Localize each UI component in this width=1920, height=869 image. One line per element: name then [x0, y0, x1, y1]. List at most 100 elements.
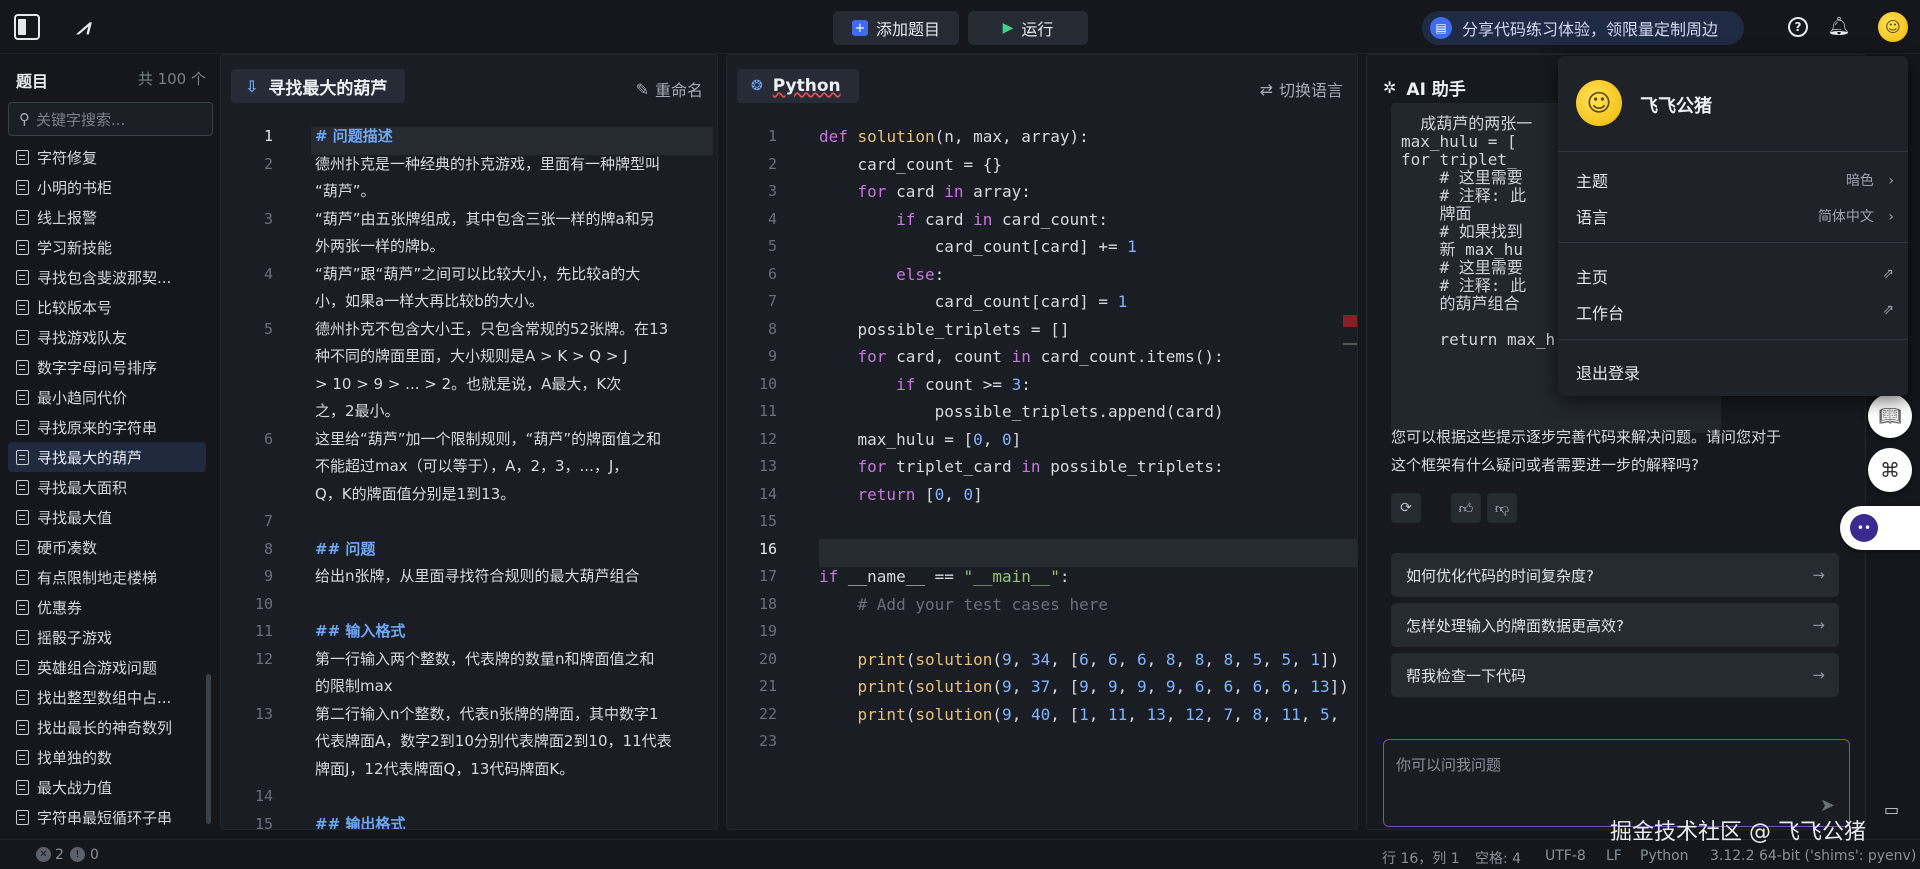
code-line[interactable]: for triplet_card in possible_triplets:: [819, 453, 1224, 480]
description-line: 种不同的牌面里面，大小规则是A > K > Q > J: [315, 347, 628, 365]
code-line[interactable]: print(solution(9, 37, [9, 9, 9, 9, 6, 6,…: [819, 673, 1349, 700]
theme-menu-item[interactable]: 主题 暗色 ›: [1576, 168, 1894, 192]
suggestion-button[interactable]: 帮我检查一下代码 →: [1391, 653, 1839, 697]
code-line[interactable]: possible_triplets.append(card): [819, 398, 1224, 425]
sidebar-item[interactable]: 小明的书柜: [8, 172, 206, 202]
promo-banner[interactable]: ▤ 分享代码练习体验，领限量定制周边: [1422, 11, 1744, 45]
sidebar-item[interactable]: 数字字母问号排序: [8, 352, 206, 382]
suggestion-button[interactable]: 如何优化代码的时间复杂度? →: [1391, 553, 1839, 597]
code-line[interactable]: # Add your test cases here: [819, 591, 1108, 618]
sidebar-item[interactable]: 寻找最大值: [8, 502, 206, 532]
sidebar-item-label: 数字字母问号排序: [37, 358, 158, 377]
send-icon[interactable]: ➤: [1820, 795, 1835, 816]
code-line[interactable]: print(solution(9, 40, [1, 11, 13, 12, 7,…: [819, 701, 1340, 728]
warning-icon[interactable]: !: [70, 847, 85, 862]
code-line[interactable]: card_count[card] = 1: [819, 288, 1128, 315]
sidebar-item[interactable]: 硬币凑数: [8, 532, 206, 562]
code-line[interactable]: card_count = {}: [819, 151, 1003, 178]
encoding[interactable]: UTF-8: [1545, 848, 1586, 864]
description-line: “葫芦”由五张牌组成，其中包含三张一样的牌a和另: [315, 209, 655, 228]
code-line[interactable]: max_hulu = [0, 0]: [819, 426, 1022, 453]
sidebar-item[interactable]: 寻找原来的字符串: [8, 412, 206, 442]
tab-python[interactable]: ❂ Python: [737, 69, 859, 103]
line-number: 1: [767, 127, 777, 145]
code-line[interactable]: print(solution(9, 34, [6, 6, 6, 8, 8, 8,…: [819, 646, 1340, 673]
switch-language-button[interactable]: ⇄ 切换语言: [1260, 77, 1343, 101]
document-icon: [16, 599, 29, 615]
sidebar-item[interactable]: 比较版本号: [8, 292, 206, 322]
warning-count: 0: [90, 847, 99, 863]
regenerate-icon[interactable]: ⟳: [1391, 493, 1421, 523]
thumbs-up-icon[interactable]: 👍︎: [1451, 493, 1481, 523]
code-line[interactable]: if count >= 3:: [819, 371, 1031, 398]
workbench-menu-item[interactable]: 工作台 ⇗: [1576, 300, 1894, 324]
sidebar-item[interactable]: 最小趋同代价: [8, 382, 206, 412]
thumbs-down-icon[interactable]: 👎︎: [1487, 493, 1517, 523]
assistant-bot-icon[interactable]: ••: [1840, 506, 1920, 550]
sidebar-item[interactable]: 字符串最短循环子串: [8, 802, 206, 832]
line-number: 19: [758, 622, 777, 640]
sidebar-item[interactable]: 寻找游戏队友: [8, 322, 206, 352]
code-line[interactable]: possible_triplets = []: [819, 316, 1070, 343]
sidebar-item-label: 寻找最大值: [37, 508, 113, 527]
home-menu-item[interactable]: 主页 ⇗: [1576, 264, 1894, 288]
sidebar-item[interactable]: 学习新技能: [8, 232, 206, 262]
avatar[interactable]: ☺: [1878, 12, 1908, 42]
sidebar-scrollbar[interactable]: [206, 674, 211, 824]
code-line[interactable]: card_count[card] += 1: [819, 233, 1137, 260]
book-icon[interactable]: 📖︎: [1868, 394, 1912, 438]
document-icon: [16, 659, 29, 675]
language-menu-item[interactable]: 语言 简体中文 ›: [1576, 204, 1894, 228]
user-avatar: ☺: [1576, 80, 1622, 126]
code-line[interactable]: else:: [819, 261, 944, 288]
sidebar-item[interactable]: 寻找最大面积: [8, 472, 206, 502]
tab-problem[interactable]: ⇩ 寻找最大的葫芦: [231, 69, 406, 103]
plus-icon: +: [851, 20, 868, 36]
rename-button[interactable]: ✎ 重命名: [636, 77, 703, 101]
description-line: 这里给“葫芦”加一个限制规则，“葫芦”的牌面值之和: [315, 429, 662, 448]
interpreter[interactable]: 3.12.2 64-bit ('shims': pyenv): [1710, 848, 1916, 864]
sidebar-item[interactable]: 最大战力值: [8, 772, 206, 802]
run-button[interactable]: ▶ 运行: [968, 11, 1088, 45]
sidebar-item-label: 硬币凑数: [37, 538, 98, 557]
line-number: 16: [758, 539, 777, 558]
sidebar-item[interactable]: 英雄组合游戏问题: [8, 652, 206, 682]
description-line: # 问题描述: [315, 127, 393, 145]
sidebar-toggle-icon[interactable]: [14, 14, 40, 40]
code-line[interactable]: if __name__ == "__main__":: [819, 563, 1069, 590]
bell-icon[interactable]: 🔔︎: [1828, 15, 1851, 37]
cursor-position[interactable]: 行 16，列 1: [1382, 848, 1460, 868]
sidebar-item[interactable]: 寻找最大的葫芦: [8, 442, 206, 472]
logout-menu-item[interactable]: 退出登录: [1576, 360, 1894, 384]
help-icon[interactable]: ?: [1788, 17, 1808, 37]
problem-list: 字符修复 小明的书柜 线上报警 学习新技能 寻找包含斐波那契... 比较版本号 寻找游戏队友…: [8, 142, 206, 832]
line-number: 17: [758, 567, 777, 585]
suggestion-button[interactable]: 怎样处理输入的牌面数据更高效? →: [1391, 603, 1839, 647]
sidebar-item[interactable]: 找单独的数: [8, 742, 206, 772]
sidebar-item[interactable]: 线上报警: [8, 202, 206, 232]
chat-icon[interactable]: ▭: [1884, 800, 1899, 819]
sidebar-item[interactable]: 有点限制地走楼梯: [8, 562, 206, 592]
sidebar-item[interactable]: 寻找包含斐波那契...: [8, 262, 206, 292]
code-line[interactable]: for card, count in card_count.items():: [819, 343, 1224, 370]
language-mode[interactable]: Python: [1640, 848, 1689, 864]
code-line[interactable]: if card in card_count:: [819, 206, 1108, 233]
sidebar-item[interactable]: 字符修复: [8, 142, 206, 172]
add-problem-button[interactable]: + 添加题目: [833, 11, 959, 45]
divider: [1558, 339, 1908, 340]
sidebar-item[interactable]: 优惠券: [8, 592, 206, 622]
command-icon[interactable]: ⌘: [1868, 448, 1912, 492]
sidebar-item[interactable]: 摇骰子游戏: [8, 622, 206, 652]
code-line[interactable]: def solution(n, max, array):: [819, 123, 1089, 150]
code-line[interactable]: return [0, 0]: [819, 481, 983, 508]
language-label: 语言: [1576, 208, 1609, 227]
error-icon[interactable]: ✕: [36, 847, 51, 862]
sidebar-item[interactable]: 找出整型数组中占...: [8, 682, 206, 712]
code-line[interactable]: for card in array:: [819, 178, 1031, 205]
run-label: 运行: [1021, 20, 1054, 39]
indent-setting[interactable]: 空格: 4: [1475, 848, 1521, 868]
search-input[interactable]: ⚲ 关键字搜索...: [8, 102, 213, 136]
line-number: 7: [767, 292, 777, 310]
sidebar-item[interactable]: 找出最长的神奇数列: [8, 712, 206, 742]
line-ending[interactable]: LF: [1606, 848, 1622, 864]
